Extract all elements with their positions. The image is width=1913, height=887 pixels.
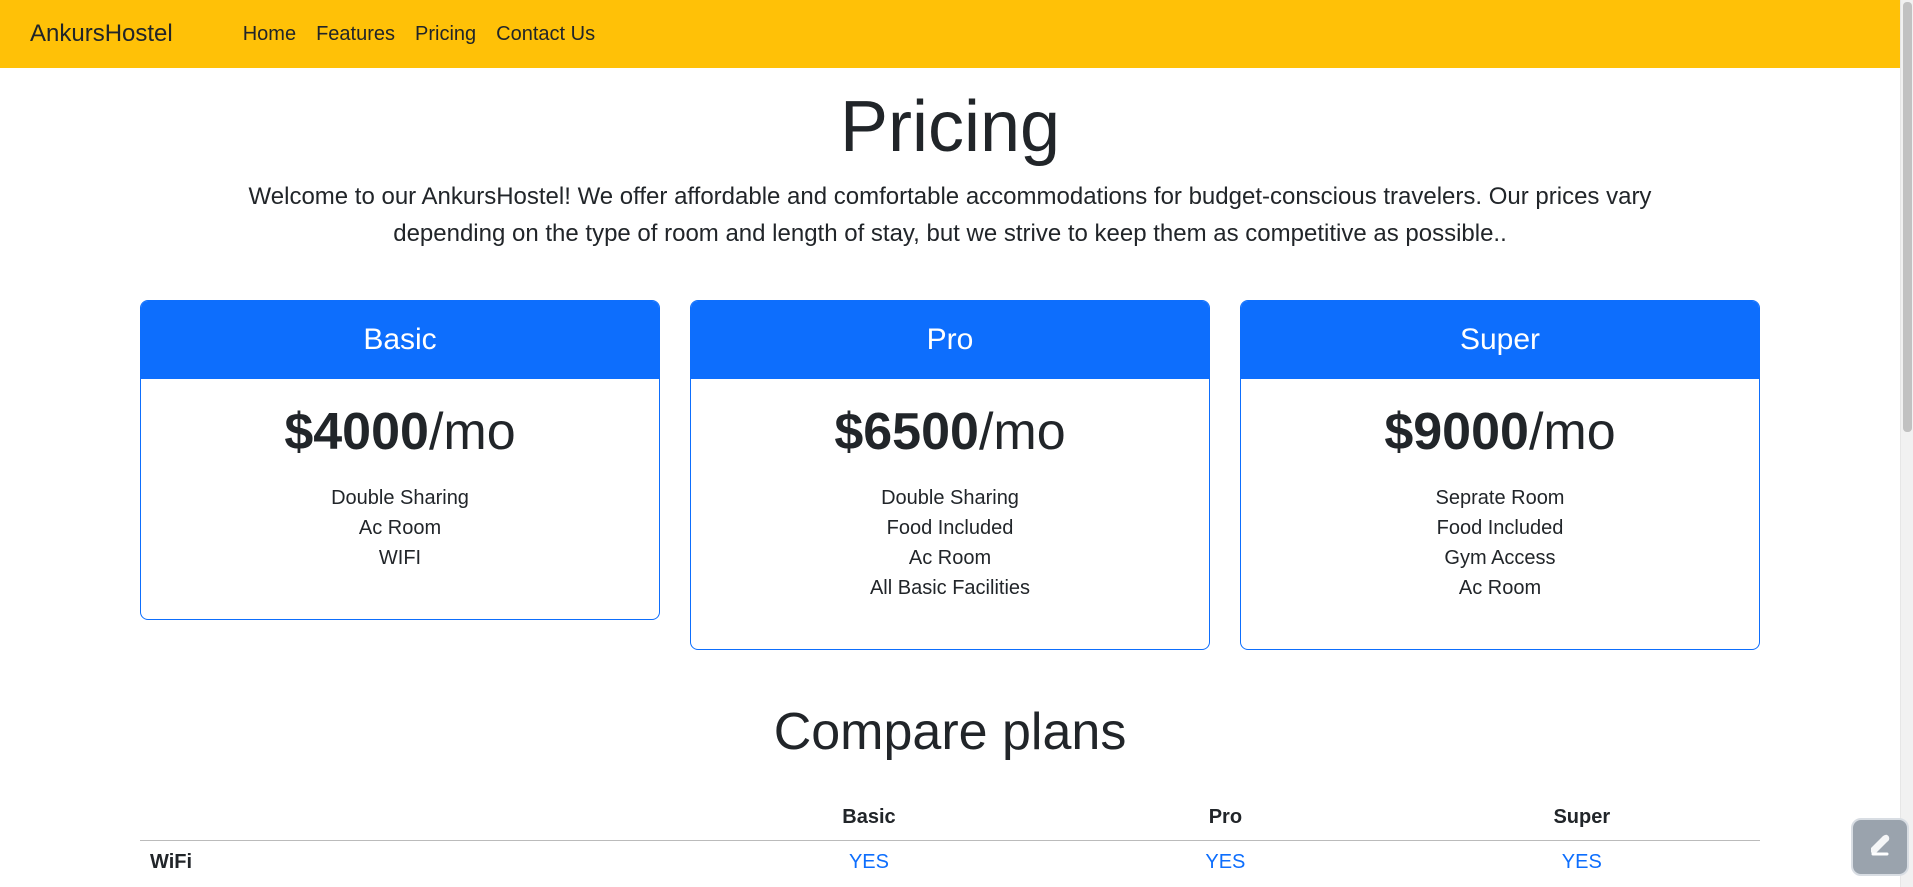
table-cell: YES (848, 850, 889, 873)
nav-link-pricing[interactable]: Pricing (405, 23, 486, 46)
compare-plans-title: Compare plans (773, 703, 1127, 761)
table-header-row: Basic Pro Super (140, 796, 1760, 841)
plan-body: $6500/mo Double Sharing Food Included Ac… (691, 379, 1209, 649)
pricing-intro-text: Welcome to our AnkursHostel! We offer af… (248, 183, 1652, 247)
top-navbar: AnkursHostel Home Features Pricing Conta… (0, 0, 1900, 68)
plan-feature: Double Sharing (331, 487, 469, 509)
page-title: Pricing (839, 87, 1061, 167)
plan-price-period: /mo (978, 403, 1066, 461)
plan-card-pro: Pro $6500/mo Double Sharing Food Include… (690, 300, 1210, 650)
assistant-widget-button[interactable] (1851, 818, 1909, 876)
table-header-cell: Pro (1047, 796, 1404, 841)
plan-feature: Double Sharing (881, 487, 1019, 509)
nav-link-home[interactable]: Home (233, 23, 306, 46)
nav-link-contact-us[interactable]: Contact Us (486, 23, 605, 46)
plan-feature: Ac Room (1458, 577, 1542, 599)
plan-feature: Gym Access (1444, 547, 1556, 569)
plan-card-basic: Basic $4000/mo Double Sharing Ac Room WI… (140, 300, 660, 620)
plan-card-super: Super $9000/mo Seprate Room Food Include… (1240, 300, 1760, 650)
table-header-cell: Super (1403, 796, 1760, 841)
assistant-icon (1863, 828, 1897, 867)
nav-links: Home Features Pricing Contact Us (233, 23, 605, 46)
plan-feature: Ac Room (908, 547, 992, 569)
plan-feature: WIFI (378, 547, 422, 569)
plan-feature: Ac Room (358, 517, 442, 539)
plan-feature-list: Double Sharing Ac Room WIFI (141, 483, 659, 573)
plan-name: Super (1241, 301, 1759, 379)
plan-price-period: /mo (428, 403, 516, 461)
plan-price: $9000/mo (1241, 401, 1759, 463)
page-scrollbar[interactable] (1900, 0, 1913, 887)
table-cell: YES (1205, 850, 1246, 873)
table-header-cell: Basic (690, 796, 1048, 841)
table-row-feature: WiFi (150, 850, 193, 873)
plan-feature-list: Seprate Room Food Included Gym Access Ac… (1241, 483, 1759, 603)
plan-feature-list: Double Sharing Food Included Ac Room All… (691, 483, 1209, 603)
plan-body: $9000/mo Seprate Room Food Included Gym … (1241, 379, 1759, 649)
plan-feature: Seprate Room (1435, 487, 1565, 509)
plan-price-amount: $6500 (834, 403, 979, 461)
plan-body: $4000/mo Double Sharing Ac Room WIFI (141, 379, 659, 619)
table-cell: YES (1561, 850, 1602, 873)
plan-feature: Food Included (1436, 517, 1564, 539)
compare-plans-table: Basic Pro Super WiFi YES YES YES (140, 796, 1760, 884)
table-header-cell (140, 796, 691, 841)
plan-price: $4000/mo (141, 401, 659, 463)
plan-name: Basic (141, 301, 659, 379)
plan-price: $6500/mo (691, 401, 1209, 463)
plan-price-amount: $4000 (284, 403, 429, 461)
scrollbar-thumb[interactable] (1903, 2, 1912, 432)
plan-feature: Food Included (886, 517, 1014, 539)
plan-name: Pro (691, 301, 1209, 379)
table-row: WiFi YES YES YES (140, 840, 1760, 884)
brand-logo-link[interactable]: AnkursHostel (30, 20, 173, 48)
plan-price-amount: $9000 (1384, 403, 1529, 461)
nav-link-features[interactable]: Features (306, 23, 405, 46)
plan-feature: All Basic Facilities (869, 577, 1031, 599)
plan-price-period: /mo (1528, 403, 1616, 461)
